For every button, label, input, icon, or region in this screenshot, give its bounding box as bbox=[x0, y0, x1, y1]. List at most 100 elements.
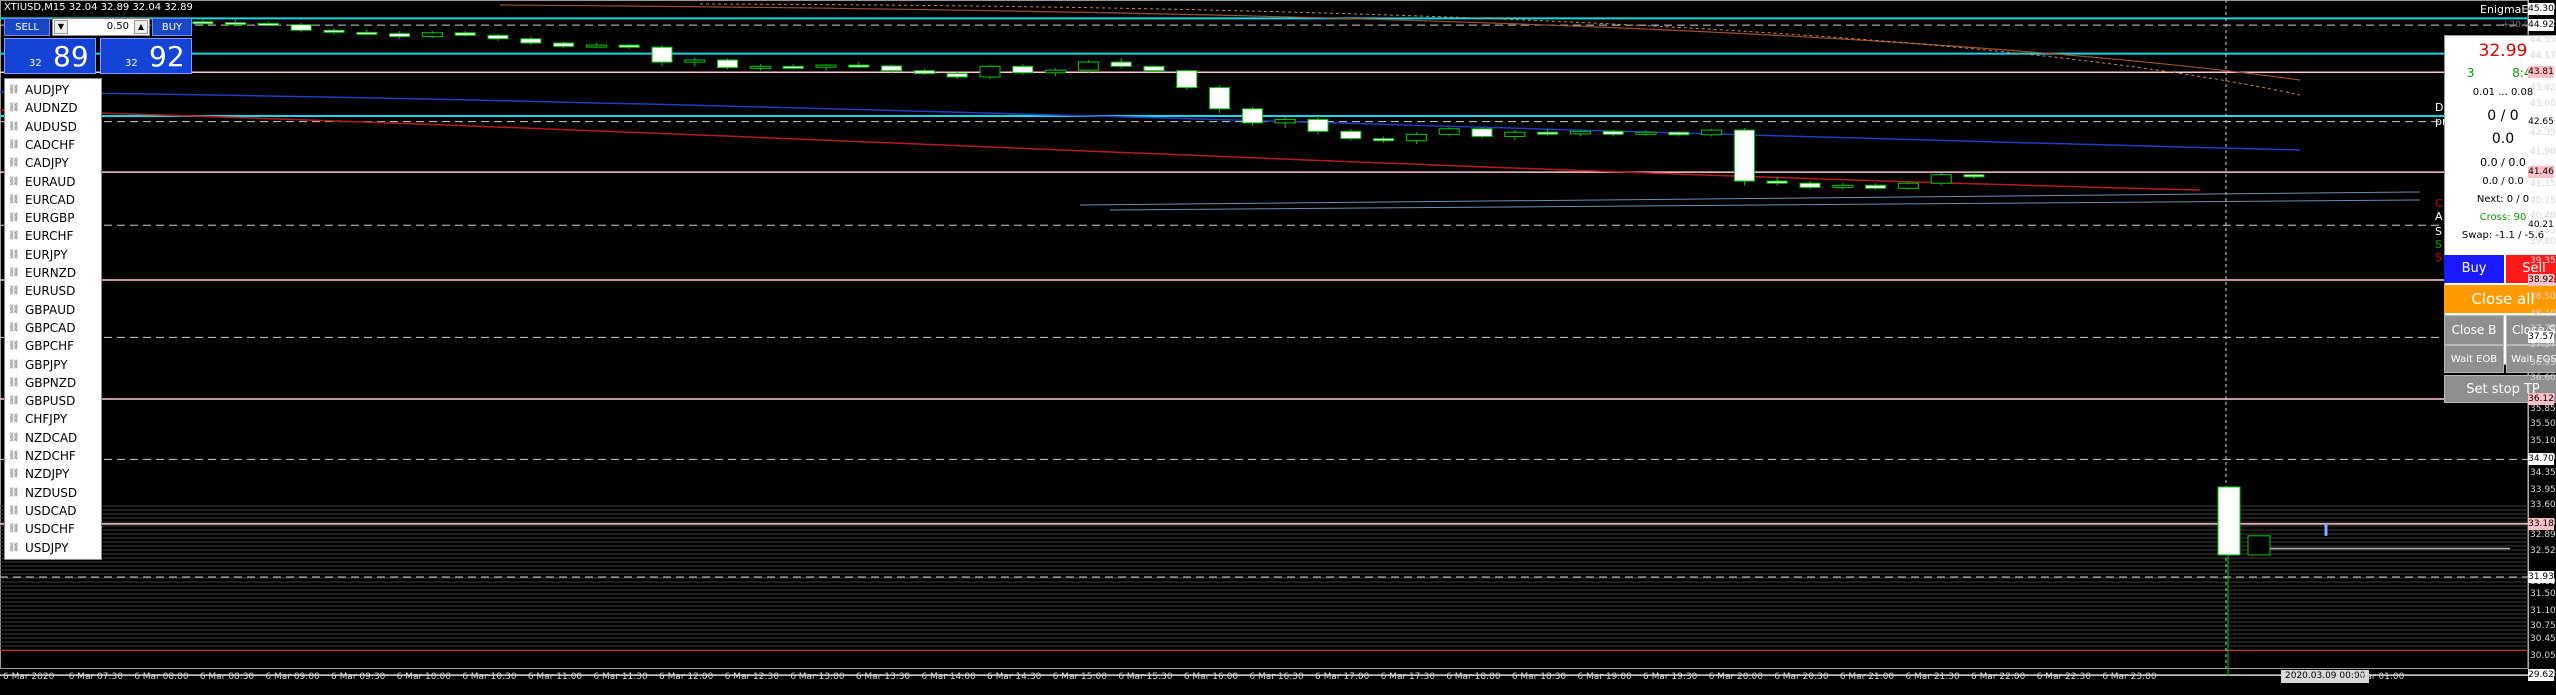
symbol-item[interactable]: ⛓ GBPAUD bbox=[5, 301, 101, 319]
bear-candle bbox=[520, 38, 542, 44]
link-icon: ⛓ bbox=[8, 121, 20, 132]
bull-candle bbox=[815, 64, 837, 68]
price-label: 35.50 bbox=[2530, 419, 2556, 430]
bear-candle bbox=[1799, 182, 1821, 188]
symbol-item[interactable]: ⛓ CADCHF bbox=[5, 136, 101, 154]
sell-button[interactable]: SELL bbox=[4, 18, 50, 36]
close-buy-button[interactable]: Close B bbox=[2444, 315, 2504, 345]
link-icon: ⛓ bbox=[8, 341, 20, 352]
bear-candle bbox=[618, 44, 640, 48]
time-label: 6 Mar 22:00 bbox=[1971, 672, 2026, 682]
time-label: 6 Mar 19:00 bbox=[1577, 672, 1632, 682]
price-label: 36.95 bbox=[2530, 357, 2556, 368]
bull-candle bbox=[749, 65, 771, 69]
price-chart[interactable] bbox=[0, 0, 2556, 695]
price-label: 33.60 bbox=[2530, 500, 2556, 511]
lot-size-input[interactable]: ▼ 0.50 ▲ bbox=[52, 18, 150, 36]
price-label: 32.52 bbox=[2530, 545, 2556, 556]
link-icon: ⛓ bbox=[8, 432, 20, 443]
link-icon: ⛓ bbox=[8, 194, 20, 205]
price-label: 30.75 bbox=[2530, 621, 2556, 632]
bear-candle bbox=[1209, 87, 1231, 110]
symbol-item[interactable]: ⛓ EURAUD bbox=[5, 173, 101, 191]
price-label: 39.35 bbox=[2530, 255, 2556, 266]
symbol-item[interactable]: ⛓ GBPUSD bbox=[5, 392, 101, 410]
symbol-item[interactable]: ⛓ USDCHF bbox=[5, 520, 101, 538]
symbol-label: AUDJPY bbox=[25, 83, 70, 97]
symbol-item[interactable]: ⛓ EURCAD bbox=[5, 191, 101, 209]
symbol-item[interactable]: ⛓ GBPJPY bbox=[5, 356, 101, 374]
buy-price[interactable]: 32 92 bbox=[100, 38, 192, 74]
bear-candle bbox=[1668, 131, 1690, 136]
symbol-label: USDCAD bbox=[25, 503, 77, 518]
ea-buy-button[interactable]: Buy bbox=[2444, 255, 2504, 283]
price-tag: 44.92 bbox=[2528, 19, 2554, 32]
price-label: 31.10 bbox=[2530, 606, 2556, 617]
symbol-item[interactable]: ⛓ GBPCHF bbox=[5, 337, 101, 355]
wait-eob-button[interactable]: Wait EOB bbox=[2444, 345, 2504, 373]
link-icon: ⛓ bbox=[8, 487, 20, 498]
symbol-item[interactable]: ⛓ CHFJPY bbox=[5, 410, 101, 428]
sell-price[interactable]: 32 89 bbox=[4, 38, 96, 74]
symbol-label: GBPCAD bbox=[25, 320, 76, 335]
bear-candle bbox=[1110, 61, 1132, 67]
time-label: 6 Mar 12:30 bbox=[724, 672, 779, 682]
bear-candle bbox=[257, 22, 279, 26]
symbol-item[interactable]: ⛓ AUDNZD bbox=[5, 99, 101, 117]
time-label: 6 Mar 08:00 bbox=[134, 672, 189, 682]
time-label: 6 Mar 15:30 bbox=[1118, 672, 1173, 682]
bear-candle bbox=[192, 21, 214, 25]
time-label: 6 Mar 17:00 bbox=[1315, 672, 1370, 682]
symbol-label: USDCHF bbox=[25, 522, 75, 537]
minus-icon[interactable]: ▼ bbox=[54, 20, 68, 34]
time-label: 6 Mar 19:30 bbox=[1643, 672, 1698, 682]
lot-value[interactable]: 0.50 bbox=[107, 21, 129, 32]
symbol-label: EURJPY bbox=[25, 247, 68, 262]
price-label: 34.35 bbox=[2530, 468, 2556, 479]
symbol-item[interactable]: ⛓ AUDUSD bbox=[5, 118, 101, 136]
symbol-item[interactable]: ⛓ EURGBP bbox=[5, 209, 101, 227]
bull-candle bbox=[979, 65, 1001, 78]
symbol-item[interactable]: ⛓ GBPCAD bbox=[5, 319, 101, 337]
symbol-item[interactable]: ⛓ EURNZD bbox=[5, 264, 101, 282]
symbol-label: CADJPY bbox=[25, 156, 69, 171]
symbol-item[interactable]: ⛓ USDCAD bbox=[5, 502, 101, 520]
price-label: 43.05 bbox=[2530, 98, 2556, 109]
symbol-item[interactable]: ⛓ CADJPY bbox=[5, 154, 101, 172]
symbol-label: NZDJPY bbox=[25, 467, 70, 482]
symbol-item[interactable]: ⛓ NZDCAD bbox=[5, 429, 101, 447]
plus-icon[interactable]: ▲ bbox=[134, 20, 148, 34]
bear-candle bbox=[553, 42, 575, 47]
bear-candle bbox=[454, 32, 476, 36]
bear-candle bbox=[881, 65, 903, 72]
time-label: 6 Mar 11:00 bbox=[527, 672, 583, 682]
symbol-item[interactable]: ⛓ NZDUSD bbox=[5, 484, 101, 502]
symbol-item[interactable]: ⛓ GBPNZD bbox=[5, 374, 101, 392]
symbol-label: EURCHF bbox=[25, 229, 74, 244]
bear-candle bbox=[1766, 180, 1788, 184]
symbol-label: USDJPY bbox=[25, 540, 69, 555]
time-label: 6 Mar 12:00 bbox=[659, 672, 714, 682]
symbol-label: GBPAUD bbox=[25, 302, 76, 317]
bull-candle bbox=[1274, 118, 1296, 124]
symbol-item[interactable]: ⛓ NZDJPY bbox=[5, 465, 101, 483]
price-tag: 31.93 bbox=[2528, 571, 2554, 583]
time-label: 6 Mar 20:30 bbox=[1774, 672, 1829, 682]
link-icon: ⛓ bbox=[8, 505, 20, 516]
time-label: 6 Mar 2020 bbox=[3, 672, 55, 682]
time-label: 6 Mar 23:00 bbox=[2102, 672, 2157, 682]
symbol-item[interactable]: ⛓ EURJPY bbox=[5, 246, 101, 264]
bull-candle bbox=[1635, 131, 1657, 135]
symbol-item[interactable]: ⛓ USDJPY bbox=[5, 539, 101, 557]
price-label: 32.89 bbox=[2530, 530, 2556, 541]
time-label: 6 Mar 09:00 bbox=[265, 672, 320, 682]
price-label: 38.10 bbox=[2530, 308, 2556, 319]
buy-button[interactable]: BUY bbox=[152, 18, 192, 36]
symbol-item[interactable]: ⛓ AUDJPY bbox=[5, 81, 101, 99]
bull-candle bbox=[1045, 69, 1067, 74]
symbol-item[interactable]: ⛓ NZDCHF bbox=[5, 447, 101, 465]
symbol-item[interactable]: ⛓ EURCHF bbox=[5, 227, 101, 245]
bear-candle bbox=[487, 34, 509, 40]
time-label: 6 Mar 13:00 bbox=[790, 672, 845, 682]
symbol-item[interactable]: ⛓ EURUSD bbox=[5, 282, 101, 300]
